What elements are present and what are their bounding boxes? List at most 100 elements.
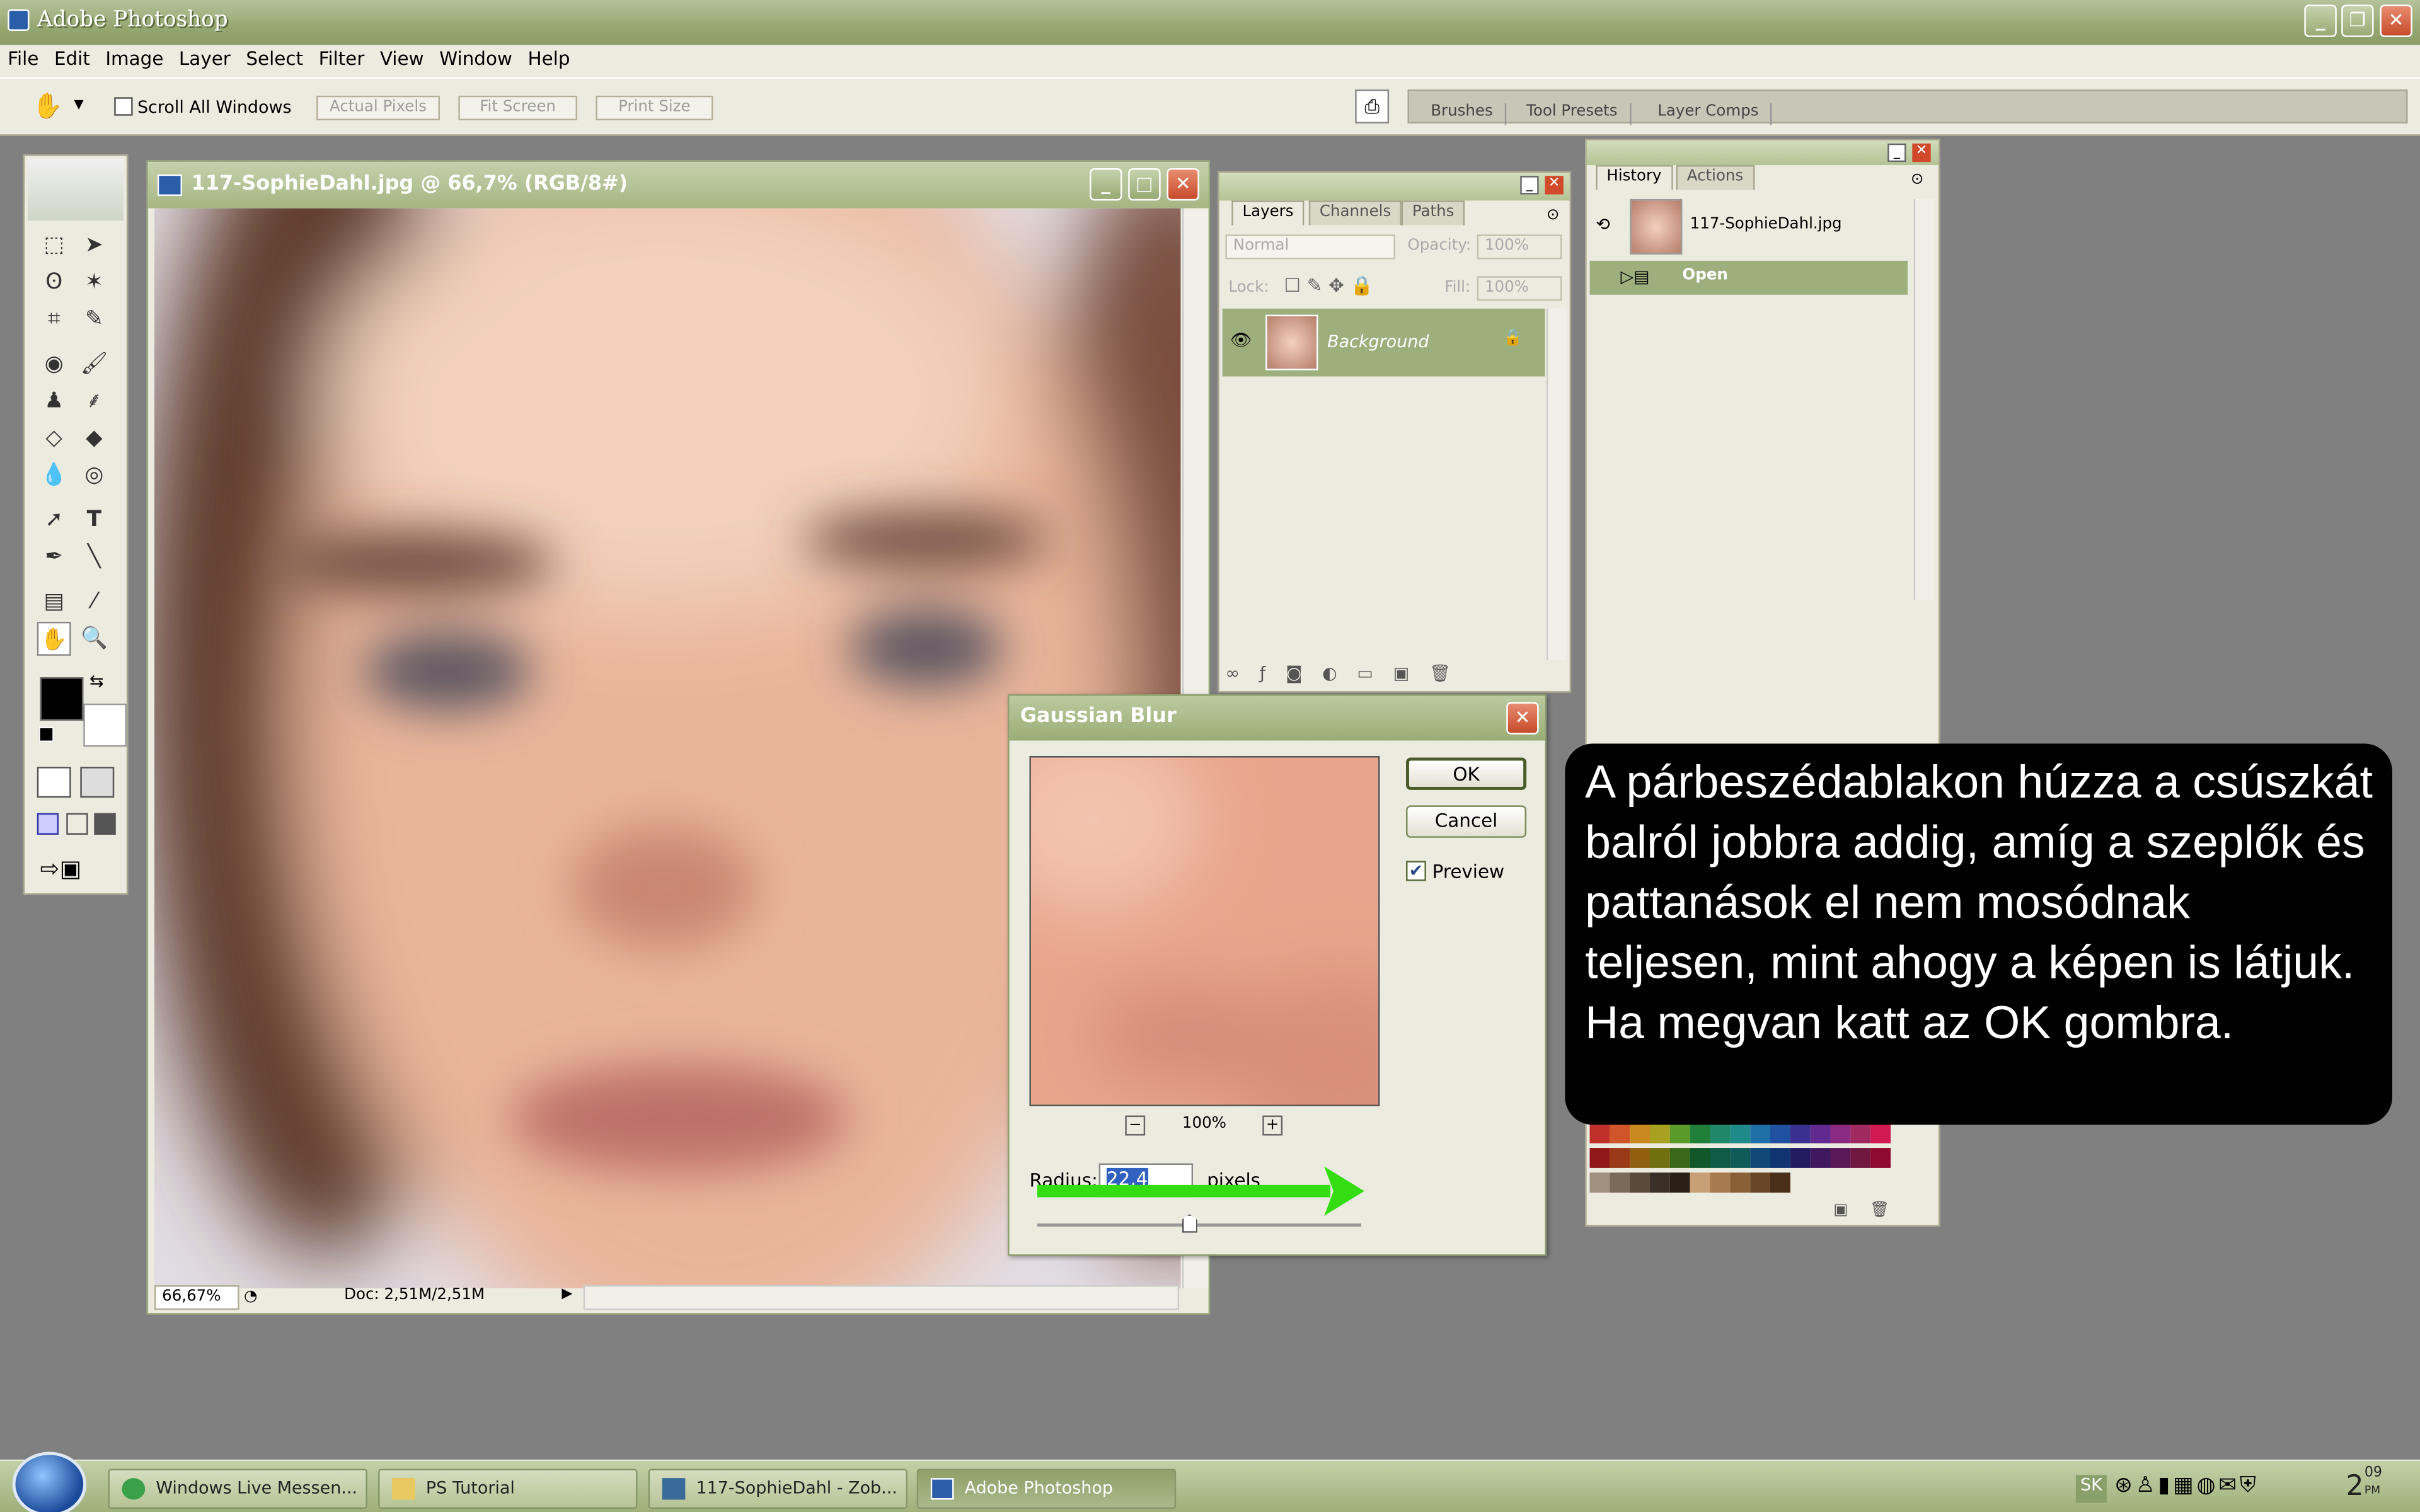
- layer-comps-tab[interactable]: Layer Comps: [1645, 103, 1773, 125]
- quick-mask-icon[interactable]: [80, 767, 115, 798]
- task-windows-live-messenger[interactable]: Windows Live Messen...: [108, 1469, 367, 1509]
- layers-scrollbar[interactable]: [1546, 308, 1567, 661]
- eyedropper-tool-icon[interactable]: ⁄: [77, 585, 111, 619]
- cancel-button[interactable]: Cancel: [1406, 805, 1527, 838]
- status-info-icon[interactable]: ◔: [244, 1288, 257, 1305]
- slice-tool-icon[interactable]: ✎: [77, 302, 111, 336]
- standard-mode-icon[interactable]: [37, 767, 71, 798]
- tool-presets-tab[interactable]: Tool Presets: [1514, 103, 1632, 125]
- menu-edit[interactable]: Edit: [47, 45, 98, 69]
- history-brush-icon[interactable]: ⸙: [77, 384, 111, 418]
- palette-well-icon[interactable]: ⎙: [1355, 89, 1390, 123]
- history-minimize-icon[interactable]: _: [1887, 143, 1906, 163]
- menu-select[interactable]: Select: [238, 45, 311, 69]
- status-menu-arrow-icon[interactable]: ▶: [562, 1286, 572, 1302]
- path-selection-icon[interactable]: ➚: [37, 503, 71, 537]
- screen-mode-full-menu-icon[interactable]: [66, 813, 88, 835]
- start-button[interactable]: [12, 1452, 87, 1512]
- layers-close-icon[interactable]: ✕: [1545, 176, 1564, 195]
- blend-mode-select[interactable]: Normal: [1225, 234, 1395, 260]
- line-tool-icon[interactable]: ╲: [77, 540, 111, 574]
- minimize-button[interactable]: _: [2304, 4, 2337, 37]
- paint-bucket-icon[interactable]: ◆: [77, 421, 111, 455]
- menu-image[interactable]: Image: [98, 45, 171, 69]
- fill-field[interactable]: 100%: [1477, 276, 1562, 301]
- fit-screen-button[interactable]: Fit Screen: [458, 95, 577, 121]
- layers-menu-icon[interactable]: ⊙: [1547, 207, 1560, 224]
- zoom-out-icon[interactable]: −: [1125, 1115, 1146, 1136]
- close-button[interactable]: ✕: [2380, 4, 2412, 37]
- horizontal-scrollbar[interactable]: [583, 1285, 1180, 1310]
- background-color-swatch[interactable]: [83, 703, 127, 747]
- swatches-grid[interactable]: [1589, 1123, 1913, 1198]
- layers-footer-icons[interactable]: ∞ƒ◙◐▭▣🗑: [1226, 663, 1562, 688]
- zoom-tool-icon[interactable]: 🔍: [77, 622, 111, 656]
- tab-actions[interactable]: Actions: [1676, 165, 1754, 190]
- language-indicator[interactable]: SK: [2075, 1475, 2107, 1503]
- lock-icons[interactable]: ☐✎✥🔒: [1284, 275, 1380, 296]
- brushes-tab[interactable]: Brushes: [1419, 103, 1507, 125]
- menu-filter[interactable]: Filter: [311, 45, 372, 69]
- preview-checkbox[interactable]: ✔: [1406, 861, 1426, 881]
- tab-layers[interactable]: Layers: [1231, 200, 1305, 226]
- blur-preview[interactable]: [1029, 756, 1380, 1106]
- foreground-color-swatch[interactable]: [40, 677, 84, 721]
- tab-channels[interactable]: Channels: [1308, 200, 1402, 226]
- doc-minimize-button[interactable]: _: [1089, 168, 1122, 201]
- hand-tool-icon[interactable]: ✋: [32, 91, 63, 120]
- tab-paths[interactable]: Paths: [1401, 200, 1465, 226]
- print-size-button[interactable]: Print Size: [596, 95, 713, 121]
- jump-to-imageready-icon[interactable]: ⇨▣: [40, 855, 115, 886]
- history-snapshot[interactable]: ⟲ 117-SophieDahl.jpg: [1589, 196, 1910, 258]
- restore-button[interactable]: ❐: [2341, 4, 2374, 37]
- tab-history[interactable]: History: [1596, 165, 1673, 190]
- task-adobe-photoshop[interactable]: Adobe Photoshop: [916, 1469, 1177, 1509]
- pen-tool-icon[interactable]: ✒: [37, 540, 71, 574]
- menu-view[interactable]: View: [372, 45, 432, 69]
- type-tool-icon[interactable]: T: [77, 503, 111, 537]
- history-menu-icon[interactable]: ⊙: [1911, 171, 1924, 188]
- doc-close-button[interactable]: ✕: [1167, 168, 1199, 201]
- swap-colors-icon[interactable]: ⇆: [89, 671, 104, 691]
- layer-row[interactable]: 👁 Background 🔒: [1222, 308, 1545, 377]
- menu-help[interactable]: Help: [520, 45, 577, 69]
- opacity-field[interactable]: 100%: [1477, 234, 1562, 260]
- system-tray-icons[interactable]: ⊛♙▮▦◍✉⛨: [2114, 1474, 2259, 1498]
- actual-pixels-button[interactable]: Actual Pixels: [316, 95, 440, 121]
- brush-tool-icon[interactable]: 🖌: [77, 347, 111, 381]
- default-colors-icon[interactable]: [38, 726, 54, 742]
- clone-stamp-icon[interactable]: ♟: [37, 384, 71, 418]
- ok-button[interactable]: OK: [1406, 757, 1527, 790]
- zoom-in-icon[interactable]: +: [1262, 1115, 1283, 1136]
- screen-mode-standard-icon[interactable]: [37, 813, 59, 835]
- history-step[interactable]: ▷▤ Open: [1589, 260, 1908, 295]
- healing-brush-icon[interactable]: ◉: [37, 347, 71, 381]
- doc-maximize-button[interactable]: □: [1128, 168, 1161, 201]
- blur-tool-icon[interactable]: 💧: [37, 458, 71, 492]
- eraser-tool-icon[interactable]: ◇: [37, 421, 71, 455]
- visibility-eye-icon[interactable]: 👁: [1230, 330, 1252, 350]
- history-close-icon[interactable]: ✕: [1912, 143, 1931, 163]
- image-viewer-icon: [662, 1478, 686, 1500]
- scroll-all-checkbox[interactable]: [114, 97, 133, 116]
- dodge-tool-icon[interactable]: ◎: [77, 458, 111, 492]
- dialog-close-button[interactable]: ✕: [1506, 702, 1539, 735]
- history-scrollbar[interactable]: [1913, 198, 1934, 600]
- menu-layer[interactable]: Layer: [171, 45, 238, 69]
- screen-mode-full-icon[interactable]: [94, 813, 116, 835]
- menu-window[interactable]: Window: [432, 45, 520, 69]
- zoom-level-field[interactable]: 66,67%: [154, 1285, 239, 1310]
- task-ps-tutorial[interactable]: PS Tutorial: [378, 1469, 638, 1509]
- hand-tool-selected-icon[interactable]: ✋: [37, 621, 71, 656]
- lasso-tool-icon[interactable]: ʘ: [37, 265, 71, 299]
- notes-tool-icon[interactable]: ▤: [37, 585, 71, 619]
- tool-preset-chevron-icon[interactable]: ▼: [74, 97, 84, 111]
- swatches-footer-icons[interactable]: ▣🗑: [1833, 1202, 1911, 1219]
- move-tool-icon[interactable]: ➤: [77, 228, 111, 262]
- task-image-viewer[interactable]: 117-SophieDahl - Zob...: [648, 1469, 908, 1509]
- magic-wand-tool-icon[interactable]: ✶: [77, 265, 111, 299]
- marquee-tool-icon[interactable]: ⬚: [37, 228, 71, 262]
- layers-minimize-icon[interactable]: _: [1520, 176, 1539, 195]
- crop-tool-icon[interactable]: ⌗: [37, 302, 71, 336]
- menu-file[interactable]: File: [0, 45, 47, 69]
